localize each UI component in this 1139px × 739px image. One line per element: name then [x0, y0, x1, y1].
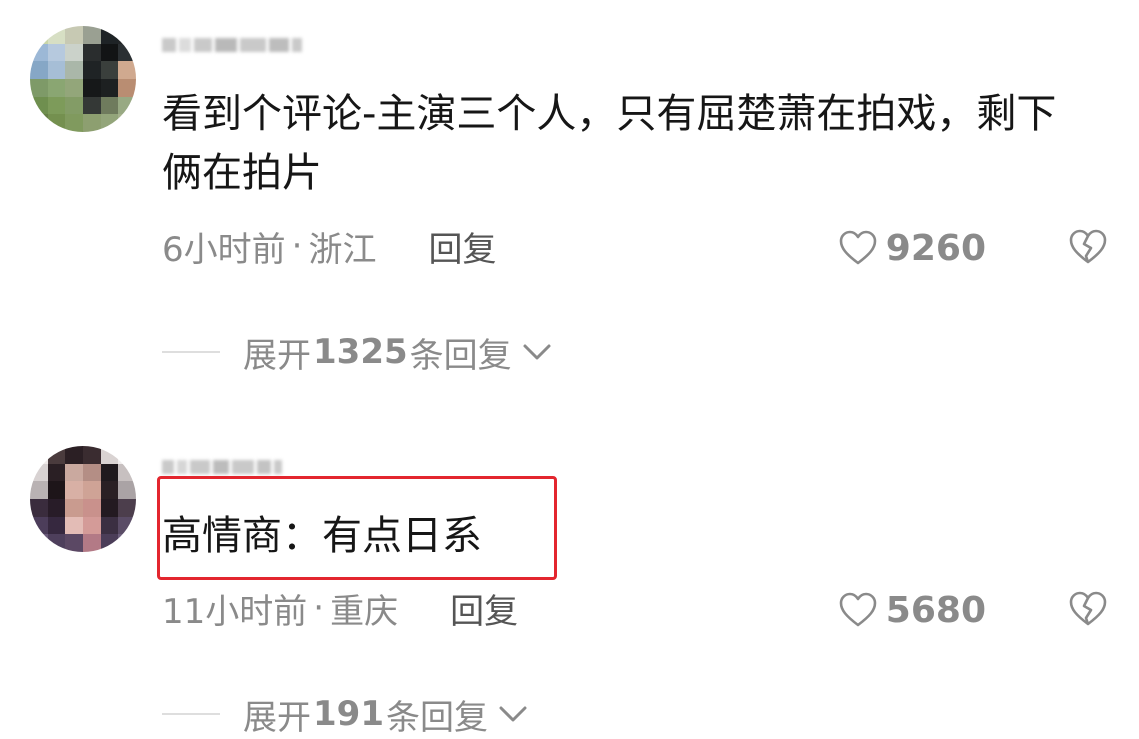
expand-suffix: 条回复 — [409, 335, 512, 376]
divider-line — [162, 351, 220, 353]
chevron-down-icon — [499, 706, 527, 722]
username-blurred[interactable] — [162, 32, 302, 58]
heart-outline-icon — [839, 592, 877, 627]
dislike-button[interactable] — [1066, 588, 1110, 630]
broken-heart-icon — [1069, 229, 1107, 264]
chevron-down-icon — [523, 344, 551, 360]
expand-suffix: 条回复 — [385, 697, 488, 738]
expand-replies-button[interactable]: 展开 191 条回复 — [162, 690, 530, 738]
highlight-box — [157, 476, 557, 580]
location: 浙江 — [308, 229, 377, 270]
avatar[interactable] — [30, 446, 136, 552]
separator: · — [291, 226, 303, 266]
divider-line — [162, 713, 220, 715]
like-count: 9260 — [885, 227, 986, 269]
separator: · — [313, 588, 325, 628]
expand-prefix: 展开 — [243, 697, 311, 738]
avatar[interactable] — [30, 26, 136, 132]
expand-replies-button[interactable]: 展开 1325 条回复 — [162, 328, 554, 376]
like-count: 5680 — [885, 589, 986, 631]
timestamp: 11小时前 — [162, 591, 308, 632]
broken-heart-icon — [1069, 591, 1107, 626]
comment-item: 看到个评论-主演三个人，只有屈楚萧在拍戏，剩下俩在拍片 6小时前 · 浙江 回复… — [0, 0, 1139, 400]
comment-meta: 6小时前 · 浙江 回复 — [162, 222, 496, 271]
heart-outline-icon — [839, 230, 877, 265]
expand-prefix: 展开 — [243, 335, 311, 376]
reply-button[interactable]: 回复 — [428, 222, 496, 271]
reply-count: 1325 — [313, 332, 408, 372]
dislike-button[interactable] — [1066, 226, 1110, 268]
location: 重庆 — [330, 591, 399, 632]
like-button[interactable]: 9260 — [838, 225, 986, 271]
like-button[interactable]: 5680 — [838, 587, 986, 633]
comment-text: 看到个评论-主演三个人，只有屈楚萧在拍戏，剩下俩在拍片 — [162, 91, 1057, 196]
timestamp: 6小时前 — [162, 229, 286, 270]
comment-meta: 11小时前 · 重庆 回复 — [162, 584, 518, 633]
reply-button[interactable]: 回复 — [450, 584, 518, 633]
reply-count: 191 — [313, 694, 384, 734]
